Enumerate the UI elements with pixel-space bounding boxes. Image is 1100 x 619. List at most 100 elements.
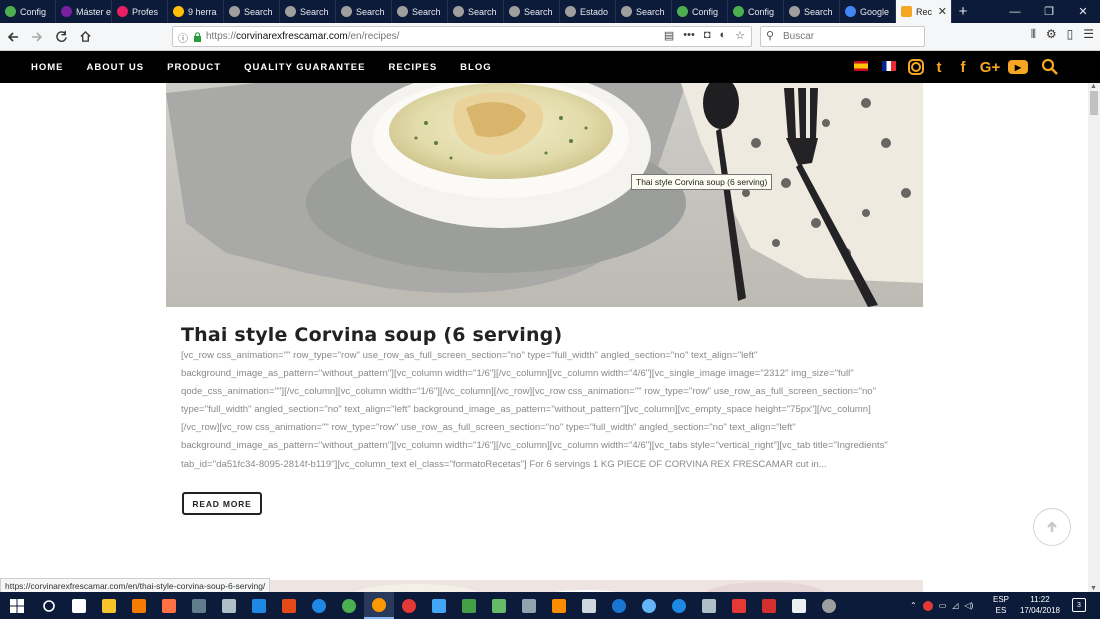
taskbar-app-app-green[interactable] [454, 592, 484, 619]
tab-2[interactable]: Profes [112, 0, 168, 23]
taskbar-app-app-orange2[interactable] [544, 592, 574, 619]
facebook-icon[interactable]: f [954, 57, 972, 77]
new-tab-button[interactable]: + [952, 0, 974, 23]
bookmark-star-icon[interactable]: ☆ [735, 29, 745, 42]
tab-10[interactable]: Estado [560, 0, 616, 23]
back-to-top-button[interactable] [1033, 508, 1071, 546]
scroll-thumb[interactable] [1090, 91, 1098, 115]
taskbar-app-edge[interactable] [304, 592, 334, 619]
home-button[interactable] [74, 26, 96, 48]
input-language[interactable]: ESP ES [993, 594, 1009, 616]
tab-5[interactable]: Search [280, 0, 336, 23]
instagram-icon[interactable] [908, 59, 924, 75]
clock-time: 11:22 [1030, 595, 1050, 604]
close-tab-icon[interactable]: ✕ [938, 5, 947, 18]
extension-icon[interactable]: ◐ [719, 29, 726, 42]
recipe-image[interactable]: Thai style Corvina soup (6 serving) [166, 83, 923, 307]
twitter-icon[interactable]: t [930, 57, 948, 77]
antivirus-icon[interactable] [922, 600, 933, 611]
tab-11[interactable]: Search [616, 0, 672, 23]
search-input[interactable]: ⚲ Buscar [760, 26, 925, 47]
scroll-up-icon[interactable]: ▲ [1090, 83, 1097, 90]
taskbar-app-app-red[interactable] [724, 592, 754, 619]
french-flag-icon[interactable] [882, 61, 896, 71]
taskbar-app-app-blue[interactable] [244, 592, 274, 619]
taskbar-app-app-dark[interactable] [184, 592, 214, 619]
google-plus-icon[interactable]: G+ [978, 57, 1002, 77]
tab-14[interactable]: Search [784, 0, 840, 23]
site-search-icon[interactable] [1041, 58, 1059, 76]
taskbar-app-task-view[interactable] [64, 592, 94, 619]
taskbar-app-app-globe[interactable] [634, 592, 664, 619]
sidebar-icon[interactable]: ▯ [1067, 27, 1074, 42]
pocket-icon[interactable]: ◘ [704, 29, 711, 42]
tab-15[interactable]: Google [840, 0, 896, 23]
taskbar-app-pdf[interactable] [754, 592, 784, 619]
menu-item-recipes[interactable]: RECIPES [388, 62, 437, 73]
next-recipe-image[interactable] [166, 580, 923, 592]
taskbar-app-app-cube[interactable] [694, 592, 724, 619]
tab-active[interactable]: Rec ✕ [896, 0, 952, 23]
taskbar-app-app-orange[interactable] [154, 592, 184, 619]
back-button[interactable] [2, 26, 24, 48]
taskbar-app-app-docs[interactable] [424, 592, 454, 619]
menu-item-quality-guarantee[interactable]: QUALITY GUARANTEE [244, 62, 365, 73]
volume-icon[interactable]: ◁) [964, 601, 973, 610]
sync-icon[interactable]: ⚙ [1046, 27, 1057, 42]
library-icon[interactable]: ⫴ [1031, 27, 1036, 42]
page-actions-icon[interactable]: ••• [683, 29, 695, 42]
taskbar-app-vlc[interactable] [124, 592, 154, 619]
tab-3[interactable]: 9 herra [168, 0, 224, 23]
tab-favicon-icon [621, 6, 632, 17]
tab-4[interactable]: Search [224, 0, 280, 23]
page-scrollbar[interactable]: ▲ ▼ [1088, 83, 1100, 592]
scroll-down-icon[interactable]: ▼ [1090, 585, 1097, 592]
taskbar-app-app-blue2[interactable] [604, 592, 634, 619]
notification-center-icon[interactable]: 3 [1072, 598, 1086, 612]
taskbar-app-chrome[interactable] [334, 592, 364, 619]
read-more-button[interactable]: READ MORE [182, 492, 262, 515]
taskbar-app-calculator[interactable] [574, 592, 604, 619]
start-button[interactable] [0, 592, 34, 619]
close-window-button[interactable]: ✕ [1066, 0, 1100, 23]
tab-8[interactable]: Search [448, 0, 504, 23]
taskbar-app-app-gear[interactable] [814, 592, 844, 619]
tab-9[interactable]: Search [504, 0, 560, 23]
taskbar-app-teamviewer[interactable] [664, 592, 694, 619]
site-info-icon[interactable]: ⓘ [178, 30, 188, 45]
menu-item-home[interactable]: HOME [31, 62, 64, 73]
taskbar-app-app-bug[interactable] [214, 592, 244, 619]
youtube-icon[interactable]: ▶ [1008, 60, 1028, 74]
taskbar-app-app-fire[interactable] [274, 592, 304, 619]
cortana-button[interactable] [34, 592, 64, 619]
taskbar-app-app-wrench[interactable] [514, 592, 544, 619]
tab-6[interactable]: Search [336, 0, 392, 23]
taskbar-app-app-diamond[interactable] [484, 592, 514, 619]
reload-button[interactable] [50, 26, 72, 48]
forward-button[interactable] [26, 26, 48, 48]
taskbar-app-firefox[interactable] [364, 592, 394, 619]
system-clock[interactable]: 11:22 17/04/2018 [1018, 594, 1062, 616]
address-bar[interactable]: ⓘ https://corvinarexfrescamar.com/en/rec… [172, 26, 752, 47]
tab-0[interactable]: Config [0, 0, 56, 23]
battery-icon[interactable]: ▭ [939, 601, 947, 610]
reader-view-icon[interactable]: ▤ [664, 29, 674, 42]
tab-7[interactable]: Search [392, 0, 448, 23]
minimize-button[interactable]: — [998, 0, 1032, 23]
menu-item-about-us[interactable]: ABOUT US [87, 62, 145, 73]
spanish-flag-icon[interactable] [854, 61, 868, 71]
network-icon[interactable]: ◿ [952, 601, 958, 610]
post-title[interactable]: Thai style Corvina soup (6 serving) [181, 324, 562, 346]
link-status-bar: https://corvinarexfrescamar.com/en/thai-… [0, 578, 271, 592]
taskbar-app-file-explorer[interactable] [94, 592, 124, 619]
menu-item-product[interactable]: PRODUCT [167, 62, 221, 73]
tab-13[interactable]: Config [728, 0, 784, 23]
tray-overflow-icon[interactable]: ⌃ [910, 601, 917, 610]
tab-12[interactable]: Config [672, 0, 728, 23]
taskbar-app-notepad[interactable] [784, 592, 814, 619]
tab-1[interactable]: Máster en F [56, 0, 112, 23]
menu-item-blog[interactable]: BLOG [460, 62, 491, 73]
taskbar-app-opera[interactable] [394, 592, 424, 619]
hamburger-menu-icon[interactable]: ☰ [1083, 27, 1094, 42]
restore-button[interactable]: ❐ [1032, 0, 1066, 23]
